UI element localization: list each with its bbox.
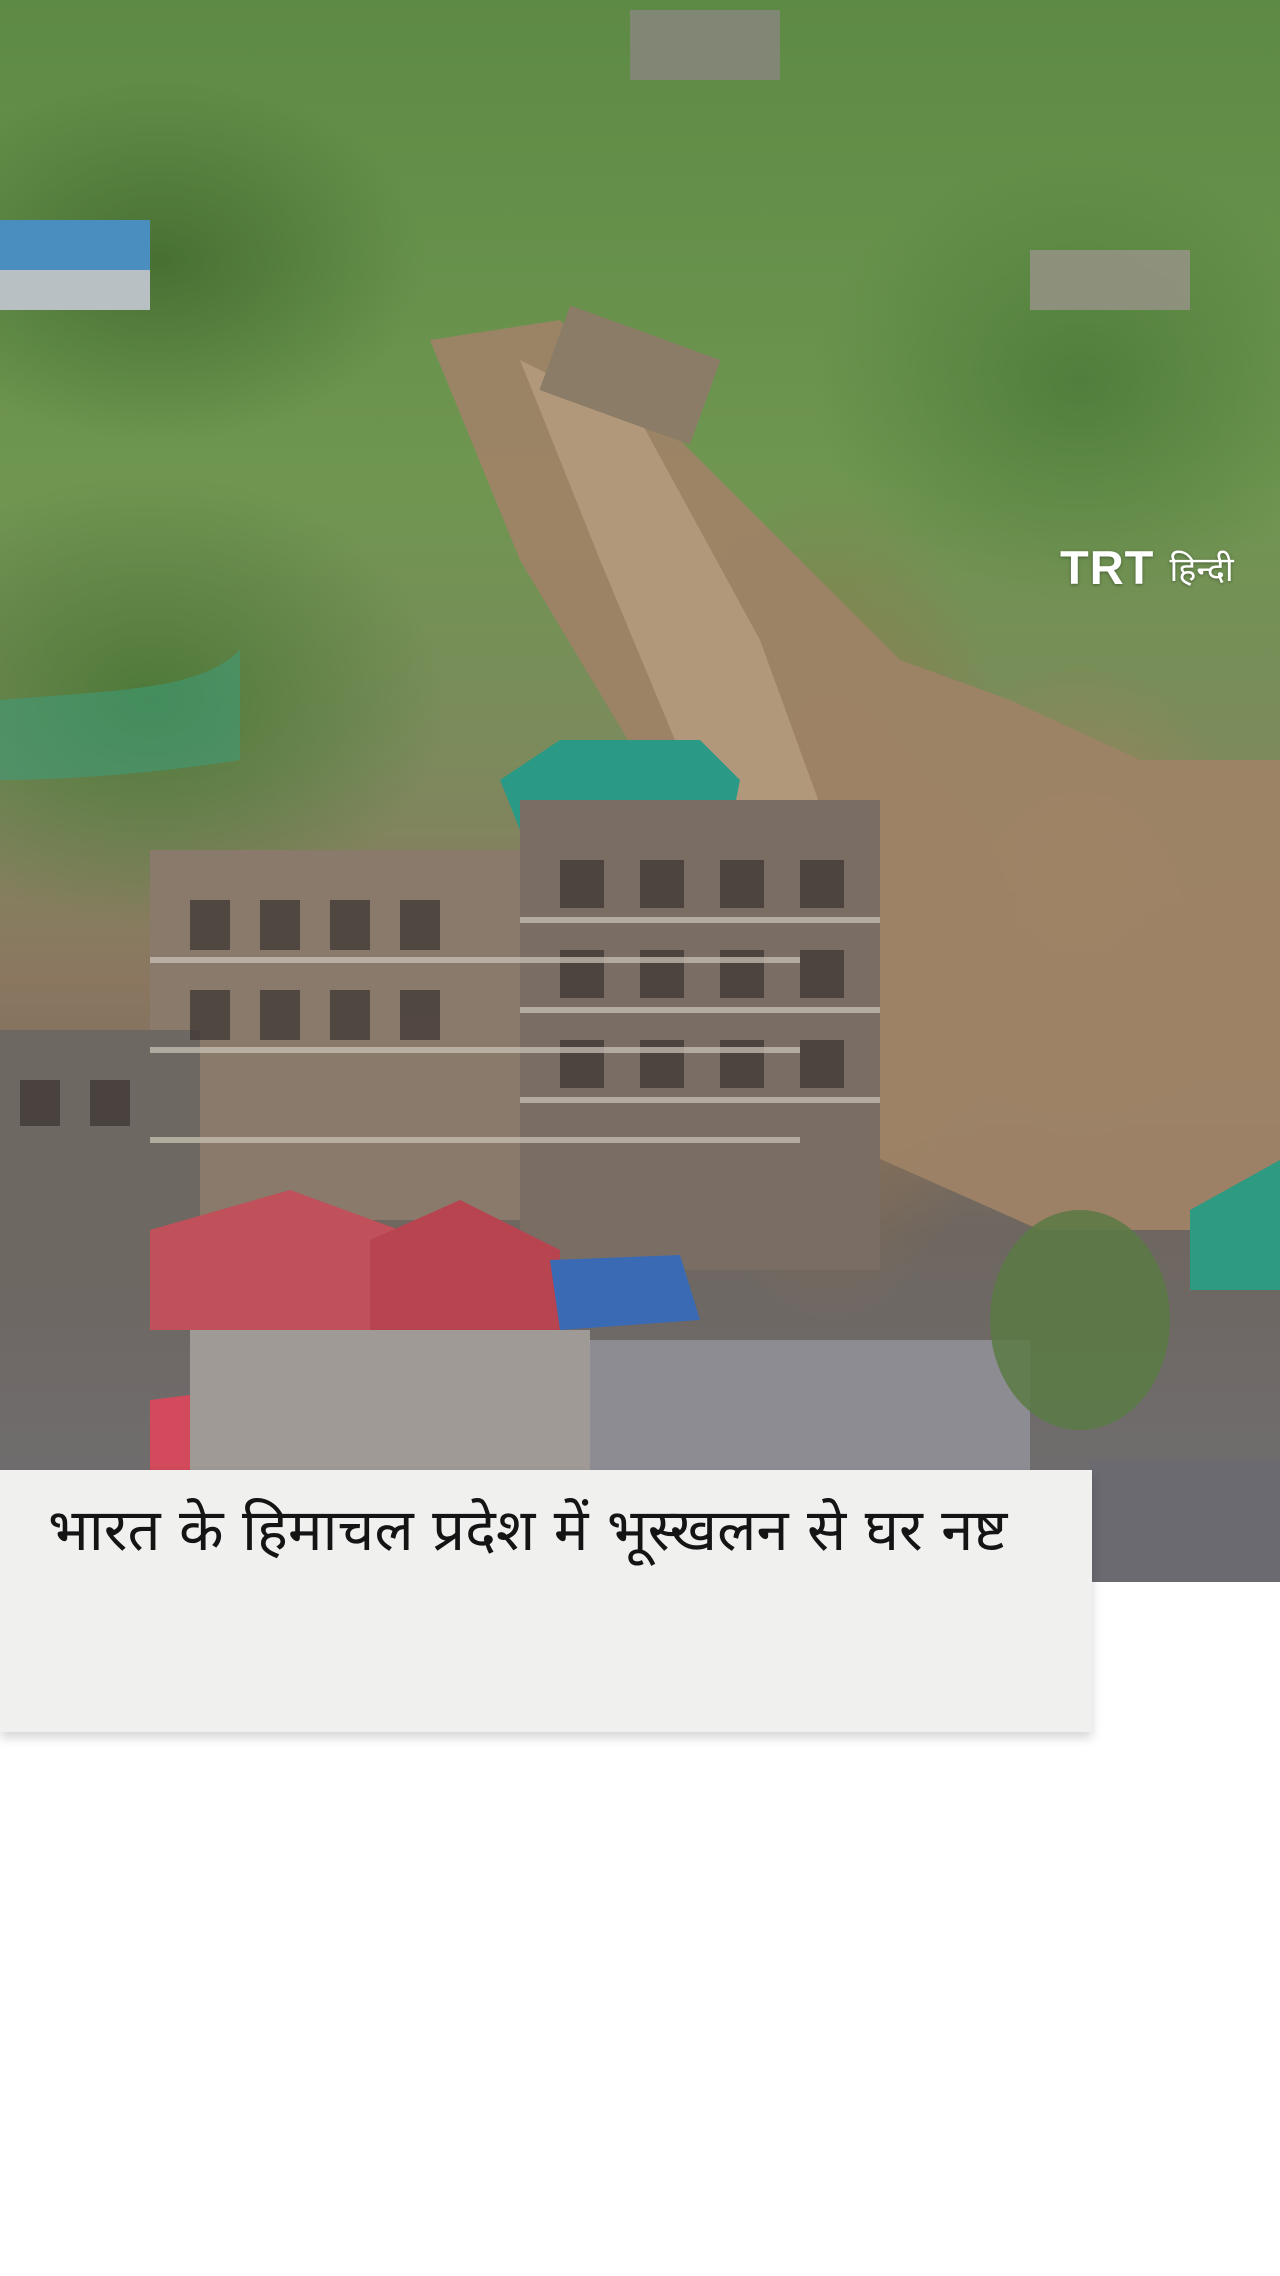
headline-card[interactable]: भारत के हिमाचल प्रदेश में भूस्खलन से घर … xyxy=(0,1470,1092,1732)
headline-text: भारत के हिमाचल प्रदेश में भूस्खलन से घर … xyxy=(48,1496,1008,1564)
channel-language-label: हिन्दी xyxy=(1169,549,1234,590)
news-video-frame[interactable]: TRT हिन्दी xyxy=(0,0,1280,1582)
channel-watermark: TRT हिन्दी xyxy=(1060,540,1234,595)
channel-logo: TRT xyxy=(1060,541,1155,594)
landslide-scene xyxy=(0,10,1280,1582)
